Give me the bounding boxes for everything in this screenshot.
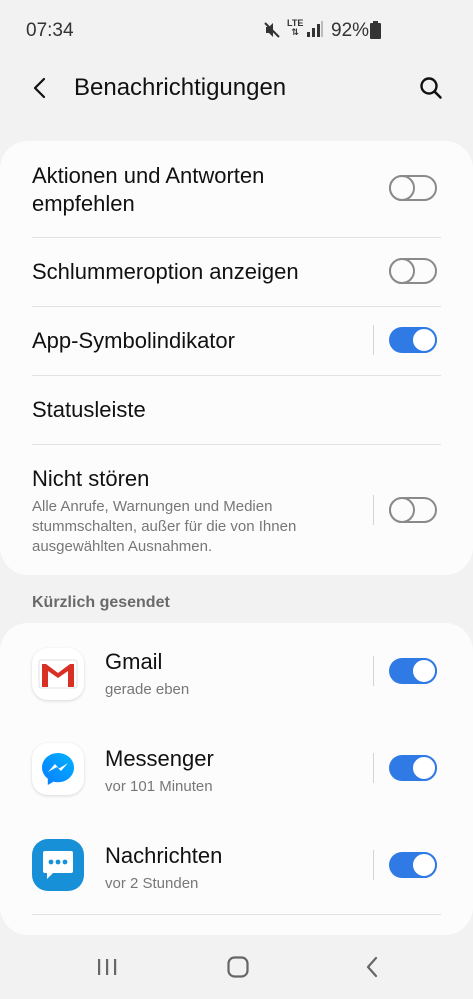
settings-card: Aktionen und Antworten empfehlen Schlumm… [0, 141, 473, 575]
subtitle-line-2: stummschalten, außer für die von Ihnen [32, 518, 297, 535]
setting-status-bar[interactable]: Statusleiste [32, 396, 441, 424]
toggle-messenger[interactable] [389, 755, 437, 781]
page-title: Benachrichtigungen [74, 74, 287, 101]
setting-do-not-disturb[interactable]: Nicht stören Alle Anrufe, Warnungen und … [32, 465, 363, 557]
gmail-icon [32, 648, 84, 700]
vertical-separator [373, 850, 374, 880]
search-button[interactable] [413, 72, 449, 108]
status-time: 07:34 [26, 20, 74, 41]
toggle-knob [411, 327, 437, 353]
app-time: vor 2 Stunden [105, 875, 199, 892]
app-info-messenger[interactable]: Messenger vor 101 Minuten [105, 745, 214, 797]
app-bar: Benachrichtigungen [0, 62, 473, 118]
app-time: gerade eben [105, 681, 190, 698]
vertical-separator [373, 656, 374, 686]
toggle-gmail[interactable] [389, 658, 437, 684]
messenger-icon [32, 743, 84, 795]
divider [32, 914, 441, 915]
section-header-recent: Kürzlich gesendet [32, 594, 170, 611]
vertical-separator [373, 325, 374, 355]
back-button[interactable] [22, 72, 58, 108]
mute-icon [263, 21, 281, 44]
back-arrow-icon [30, 77, 50, 104]
lte-icon: LTE ⇅ [287, 18, 304, 37]
status-bar: 07:34 LTE ⇅ 92% [0, 0, 473, 62]
divider [32, 444, 441, 445]
setting-title: Schlummeroption anzeigen [32, 259, 299, 284]
toggle-app-icon-badge[interactable] [389, 327, 437, 353]
toggle-messages[interactable] [389, 852, 437, 878]
app-info-messages[interactable]: Nachrichten vor 2 Stunden [105, 842, 222, 894]
signal-icon [306, 21, 324, 42]
back-icon [364, 956, 380, 983]
divider [32, 237, 441, 238]
setting-app-icon-badge[interactable]: App-Symbolindikator [32, 327, 441, 355]
home-icon [226, 955, 250, 984]
app-name: Messenger [105, 746, 214, 771]
recent-apps-card: Gmail gerade eben Messenger vor 101 Minu… [0, 623, 473, 935]
app-time: vor 101 Minuten [105, 778, 213, 795]
toggle-suggest-actions[interactable] [389, 175, 437, 201]
setting-title: Statusleiste [32, 397, 146, 422]
divider [32, 306, 441, 307]
divider [32, 375, 441, 376]
setting-title: Aktionen und Antworten empfehlen [32, 162, 441, 218]
subtitle-line-1: Alle Anrufe, Warnungen und Medien [32, 498, 273, 515]
app-info-gmail[interactable]: Gmail gerade eben [105, 648, 189, 700]
subtitle-line-3: ausgewählten Ausnahmen. [32, 538, 213, 555]
toggle-knob [411, 852, 437, 878]
toggle-do-not-disturb[interactable] [389, 497, 437, 523]
setting-subtitle: Alle Anrufe, Warnungen und Medien stumms… [32, 497, 363, 557]
toggle-snooze-option[interactable] [389, 258, 437, 284]
app-name: Gmail [105, 649, 163, 674]
toggle-knob [389, 175, 415, 201]
search-icon [419, 76, 443, 105]
setting-title: App-Symbolindikator [32, 328, 235, 353]
setting-title-line-2: empfehlen [32, 191, 135, 216]
vertical-separator [373, 495, 374, 525]
messages-icon [32, 839, 84, 891]
vertical-separator [373, 753, 374, 783]
toggle-knob [389, 258, 415, 284]
toggle-knob [411, 755, 437, 781]
app-name: Nachrichten [105, 843, 223, 868]
battery-percent: 92% [331, 20, 370, 41]
recent-apps-icon [96, 957, 118, 982]
setting-suggest-actions[interactable]: Aktionen und Antworten empfehlen [32, 162, 441, 218]
setting-title: Nicht stören [32, 466, 150, 491]
navigation-bar [0, 940, 473, 999]
battery-icon [370, 21, 381, 44]
toggle-knob [389, 497, 415, 523]
home-button[interactable] [223, 954, 253, 984]
setting-title-line-1: Aktionen und Antworten [32, 163, 265, 188]
nav-back-button[interactable] [357, 954, 387, 984]
setting-snooze-option[interactable]: Schlummeroption anzeigen [32, 258, 441, 286]
recent-apps-button[interactable] [92, 954, 122, 984]
toggle-knob [411, 658, 437, 684]
